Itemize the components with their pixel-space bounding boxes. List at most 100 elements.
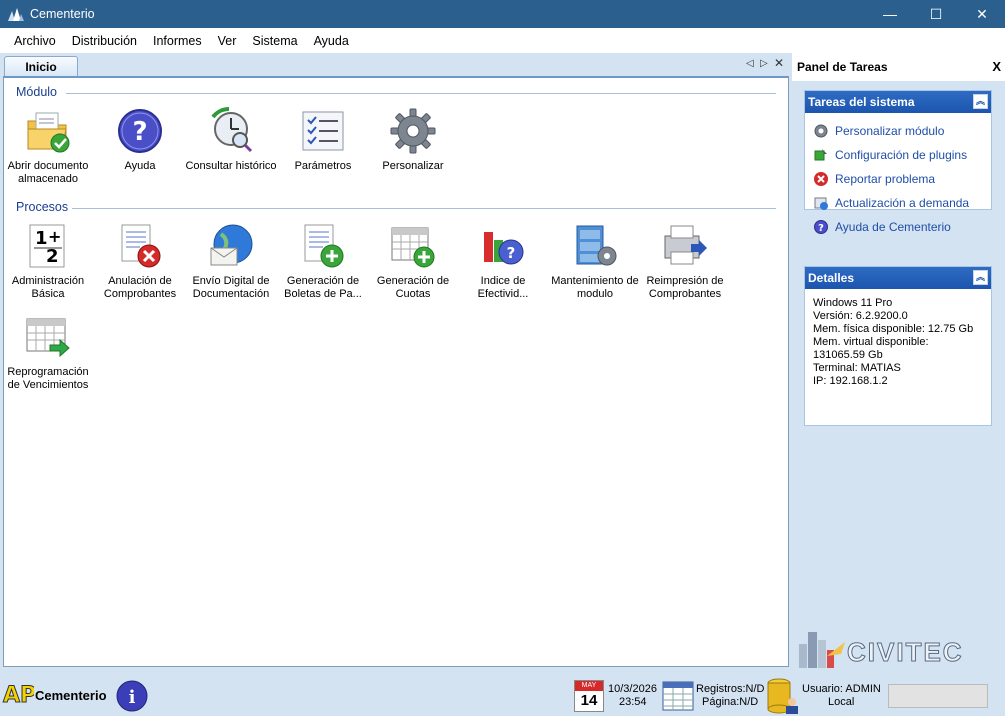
- detail-physical-memory: Mem. física disponible: 12.75 Gb: [813, 323, 974, 335]
- plugin-icon: [814, 149, 827, 161]
- details-group: Detalles ︽ Windows 11 Pro Versión: 6.2.9…: [804, 266, 992, 426]
- tile-label: Generación de Boletas de Pa...: [284, 275, 362, 300]
- svg-text:?: ?: [507, 244, 516, 262]
- menu-ayuda[interactable]: Ayuda: [306, 34, 357, 48]
- tile-personalizar[interactable]: Personalizar: [367, 107, 459, 173]
- task-panel: Panel de Tareas X Tareas del sistema ︽ P…: [792, 53, 1005, 670]
- tile-label: Anulación de Comprobantes: [103, 275, 177, 300]
- printer-icon: [664, 225, 707, 265]
- calendar-arrow-icon: [26, 318, 70, 358]
- window-title: Cementerio: [30, 7, 95, 21]
- tile-administracion-basica[interactable]: 1 + 2 Administración Básica: [2, 222, 94, 301]
- task-ayuda-cementerio[interactable]: ? Ayuda de Cementerio: [805, 215, 991, 239]
- menu-distribucion[interactable]: Distribución: [64, 34, 145, 48]
- gear-small-icon: [814, 124, 828, 138]
- svg-text:i: i: [129, 687, 136, 708]
- tile-label: Personalizar: [382, 160, 444, 172]
- tab-close-icon[interactable]: ✕: [774, 56, 784, 70]
- tile-generacion-boletas[interactable]: Generación de Boletas de Pa...: [277, 222, 369, 301]
- minimize-button[interactable]: —: [867, 0, 913, 28]
- task-label: Personalizar módulo: [835, 124, 945, 138]
- city-skyline-icon: [799, 632, 845, 668]
- main-area: Inicio ◁ ▷ ✕ Módulo Abrir documento alma…: [0, 53, 792, 670]
- system-tasks-title: Tareas del sistema: [808, 95, 915, 109]
- task-configuracion-plugins[interactable]: Configuración de plugins: [805, 143, 991, 167]
- svg-text:?: ?: [132, 117, 147, 147]
- tile-label: Reprogramación de Vencimientos: [7, 366, 89, 391]
- detail-ip: IP: 192.168.1.2: [813, 375, 888, 387]
- checklist-icon: [302, 111, 344, 151]
- task-reportar-problema[interactable]: Reportar problema: [805, 167, 991, 191]
- detail-os: Windows 11 Pro: [813, 297, 893, 309]
- tile-indice-efectividad[interactable]: ? Indice de Efectivid...: [457, 222, 549, 301]
- menu-bar: Archivo Distribución Informes Ver Sistem…: [0, 28, 1005, 53]
- civitec-logo: CIVITEC: [797, 626, 964, 668]
- section-title-modulo: Módulo: [16, 85, 57, 99]
- task-personalizar-modulo[interactable]: Personalizar módulo: [805, 119, 991, 143]
- section-title-procesos: Procesos: [16, 200, 69, 214]
- tile-reimpresion-comprobantes[interactable]: Reimpresión de Comprobantes: [639, 222, 731, 301]
- collapse-icon[interactable]: ︽: [973, 270, 988, 285]
- title-bar: Cementerio — ☐ ✕: [0, 0, 1005, 28]
- details-body: Windows 11 Pro Versión: 6.2.9200.0 Mem. …: [805, 289, 991, 396]
- close-icon: ✕: [976, 5, 988, 22]
- status-date: 10/3/2026: [608, 683, 657, 695]
- detail-virtual-memory-value: 131065.59 Gb: [813, 349, 883, 361]
- tile-label: Parámetros: [294, 160, 352, 172]
- maximize-button[interactable]: ☐: [913, 0, 959, 28]
- task-actualizacion-demanda[interactable]: Actualización a demanda: [805, 191, 991, 215]
- detail-virtual-memory-label: Mem. virtual disponible:: [813, 336, 929, 348]
- calendar-add-icon: [391, 227, 435, 268]
- menu-ver[interactable]: Ver: [210, 34, 245, 48]
- close-window-button[interactable]: ✕: [959, 0, 1005, 28]
- help-icon: ?: [118, 109, 162, 153]
- tile-abrir-documento[interactable]: Abrir documento almacenado: [2, 107, 94, 186]
- numbers-icon: 1 + 2: [29, 224, 65, 268]
- tile-generacion-cuotas[interactable]: Generación de Cuotas: [367, 222, 459, 301]
- globe-mail-icon: [210, 224, 253, 266]
- task-label: Reportar problema: [835, 172, 936, 186]
- task-label: Ayuda de Cementerio: [835, 220, 951, 234]
- chart-help-icon: ?: [484, 232, 524, 265]
- history-clock-icon: [211, 107, 253, 153]
- status-info-button[interactable]: i: [116, 680, 148, 715]
- task-panel-close-icon[interactable]: X: [992, 59, 1001, 74]
- tile-envio-digital[interactable]: Envío Digital de Documentación: [185, 222, 277, 301]
- collapse-icon[interactable]: ︽: [973, 94, 988, 109]
- menu-archivo[interactable]: Archivo: [6, 34, 64, 48]
- tile-reprogramacion-vencimientos[interactable]: Reprogramación de Vencimientos: [2, 313, 94, 392]
- open-document-icon: [27, 112, 70, 153]
- tab-inicio[interactable]: Inicio: [4, 56, 78, 77]
- tile-label: Ayuda: [124, 160, 156, 172]
- tab-scroll-right-icon[interactable]: ▷: [760, 58, 768, 69]
- calendar-icon: MAY 14: [574, 680, 604, 712]
- task-label: Actualización a demanda: [835, 196, 970, 210]
- task-panel-title: Panel de Tareas: [797, 60, 888, 74]
- tile-label: Indice de Efectivid...: [477, 275, 529, 300]
- tab-scroll-left-icon[interactable]: ◁: [746, 58, 754, 69]
- system-tasks-header[interactable]: Tareas del sistema ︽: [805, 91, 991, 113]
- gear-icon: [390, 108, 436, 154]
- api-logo-icon: APi: [2, 678, 44, 709]
- error-icon: [814, 172, 828, 186]
- tile-ayuda[interactable]: ? Ayuda: [94, 107, 186, 173]
- tile-label: Mantenimiento de modulo: [551, 275, 639, 300]
- system-tasks-group: Tareas del sistema ︽ Personalizar módulo…: [804, 90, 992, 234]
- tile-anulacion-comprobantes[interactable]: Anulación de Comprobantes: [94, 222, 186, 301]
- help-small-icon: ?: [814, 220, 828, 234]
- svg-text:?: ?: [818, 223, 824, 234]
- tile-mantenimiento-modulo[interactable]: Mantenimiento de modulo: [549, 222, 641, 301]
- tab-strip: Inicio ◁ ▷ ✕: [0, 53, 792, 77]
- menu-sistema[interactable]: Sistema: [244, 34, 305, 48]
- tile-label: Consultar histórico: [185, 160, 277, 172]
- tile-consultar-historico[interactable]: Consultar histórico: [185, 107, 277, 173]
- menu-informes[interactable]: Informes: [145, 34, 210, 48]
- user-database-icon: [767, 678, 801, 716]
- detail-terminal: Terminal: MATIAS: [813, 362, 901, 374]
- tile-label: Generación de Cuotas: [376, 275, 450, 300]
- cancel-document-icon: [121, 224, 161, 268]
- registers-icon: [662, 681, 694, 714]
- tile-parametros[interactable]: Parámetros: [277, 107, 369, 173]
- details-header[interactable]: Detalles ︽: [805, 267, 991, 289]
- maximize-icon: ☐: [929, 5, 943, 22]
